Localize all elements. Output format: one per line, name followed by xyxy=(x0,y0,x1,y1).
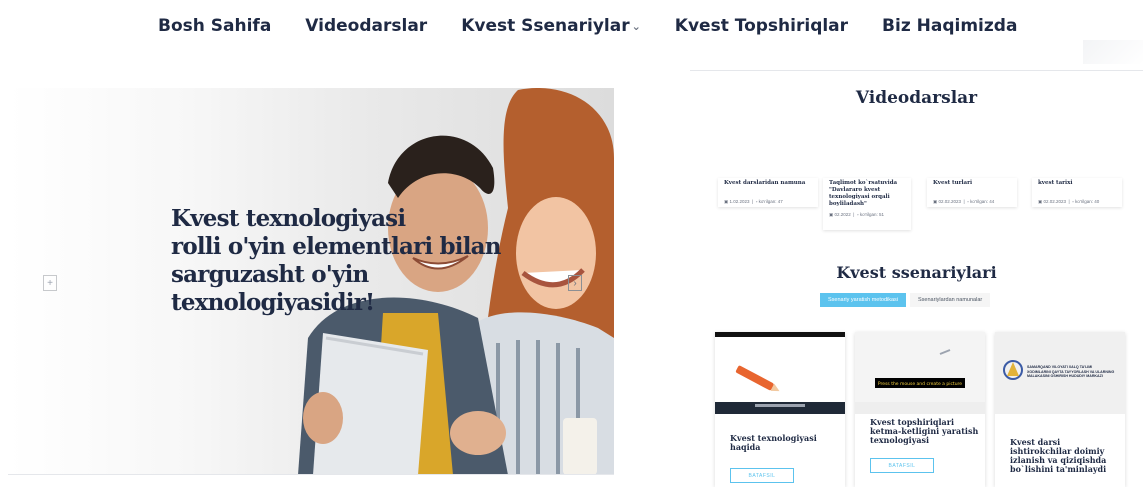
chevron-down-icon: ⌄ xyxy=(631,19,641,33)
institution-caption: SAMARQAND VILOYATI XALQ TA'LIMI XODIMLAR… xyxy=(1027,365,1115,379)
header-shadow xyxy=(1083,40,1143,64)
ssenariy-tabs: Ssenariy yaratish metodikasi Ssenariylar… xyxy=(820,293,991,307)
video-card-title: Kvest turlari xyxy=(933,180,973,186)
video-card[interactable]: kvest tarixi ▣ 02.02.2023 | ▫ ko'rilgan:… xyxy=(1032,178,1122,207)
details-button[interactable]: BATAFSIL xyxy=(730,468,794,483)
main-nav: Bosh Sahifa Videodarslar Kvest Ssenariyl… xyxy=(158,12,1017,40)
hero-line-2: rolli o'yin elementlari bilan xyxy=(171,233,502,260)
video-card-title: Kvest darslaridan namuna xyxy=(724,180,806,186)
videodarslar-title: Videodarslar xyxy=(855,88,978,108)
scenario-card[interactable]: SAMARQAND VILOYATI XALQ TA'LIMI XODIMLAR… xyxy=(995,332,1125,487)
slider-prev-icon[interactable]: + xyxy=(43,275,57,291)
nav-biz-haqimizda[interactable]: Biz Haqimizda xyxy=(882,16,1017,36)
video-thumbnail[interactable]: Press the mouse and create a picture xyxy=(855,332,985,414)
nav-videodarslar[interactable]: Videodarslar xyxy=(305,16,427,36)
tab-ssenariy-namunalar[interactable]: Ssenariylardan namunalar xyxy=(910,293,991,307)
video-card-title: Taqlimot ko`rsatuvida "Davlararo kvest t… xyxy=(829,180,898,207)
nav-kvest-ssenariylar[interactable]: Kvest Ssenariylar ⌄ xyxy=(461,16,641,36)
scenario-card-title: Kvest texnologiyasi haqida xyxy=(730,433,817,452)
video-thumbnail[interactable] xyxy=(715,332,845,414)
nav-home[interactable]: Bosh Sahifa xyxy=(158,16,271,36)
scenario-card-title: Kvest topshiriqlari ketma-ketligini yara… xyxy=(870,417,979,445)
scenario-card[interactable]: Press the mouse and create a picture Kve… xyxy=(855,332,985,487)
content-panel: Videodarslar Kvest darslaridan namuna ▣ … xyxy=(690,70,1143,487)
hero-line-3: sarguzasht o'yin xyxy=(171,261,369,288)
tab-ssenariy-metodikasi[interactable]: Ssenariy yaratish metodikasi xyxy=(820,293,907,307)
slider-next-icon[interactable]: › xyxy=(568,275,582,291)
ssenariylar-title: Kvest ssenariylari xyxy=(836,263,997,282)
video-card[interactable]: Kvest turlari ▣ 02.02.2023 | ▫ ko'rilgan… xyxy=(927,178,1017,207)
video-card[interactable]: Kvest darslaridan namuna ▣ 1.02.2023 | ▫… xyxy=(718,178,818,207)
video-card-meta: ▣ 02.02.2023 | ▫ ko'rilgan: 44 xyxy=(933,199,995,204)
video-card-meta: ▣ 02.2022 | ▫ ko'rilgan: 51 xyxy=(829,212,884,217)
scenario-card-title: Kvest darsi ishtirokchilar doimiy izlani… xyxy=(1010,437,1107,474)
video-card-meta: ▣ 1.02.2023 | ▫ ko'rilgan: 47 xyxy=(724,199,783,204)
hero-line-1: Kvest texnologiyasi xyxy=(171,205,406,232)
details-button[interactable]: BATAFSIL xyxy=(870,458,934,473)
scenario-card[interactable]: Kvest texnologiyasi haqida BATAFSIL xyxy=(715,332,845,487)
video-card[interactable]: Taqlimot ko`rsatuvida "Davlararo kvest t… xyxy=(823,178,911,230)
hero-line-4: texnologiyasidir! xyxy=(171,289,375,316)
nav-kvest-ssenariylar-label: Kvest Ssenariylar xyxy=(461,16,630,36)
svg-text:Press the mouse and create a p: Press the mouse and create a picture xyxy=(878,381,962,387)
divider xyxy=(690,70,1143,71)
hero-slider: Kvest texnologiyasi rolli o'yin elementl… xyxy=(8,88,614,475)
hero-heading: Kvest texnologiyasi rolli o'yin elementl… xyxy=(171,205,502,317)
nav-kvest-topshiriqlar[interactable]: Kvest Topshiriqlar xyxy=(675,16,848,36)
video-card-meta: ▣ 02.02.2023 | ▫ ko'rilgan: 40 xyxy=(1038,199,1100,204)
video-card-title: kvest tarixi xyxy=(1038,180,1073,186)
